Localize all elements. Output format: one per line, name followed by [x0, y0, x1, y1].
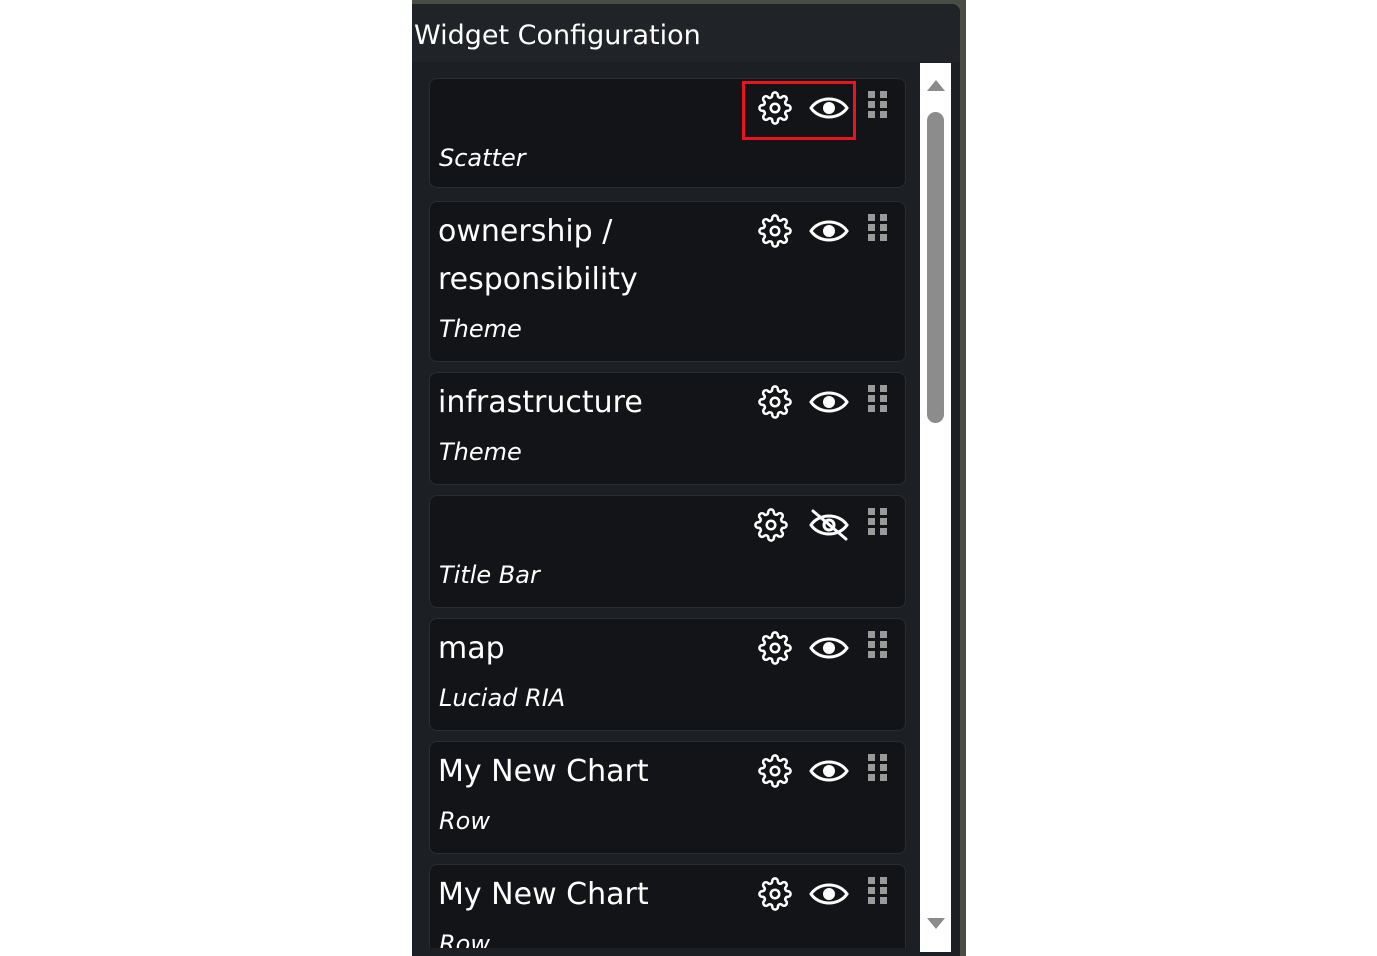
scroll-thumb[interactable] — [927, 112, 944, 423]
eye-icon — [809, 387, 849, 417]
settings-button[interactable] — [753, 872, 797, 916]
panel-header: Widget Configuration — [412, 4, 960, 62]
widget-type: Theme — [439, 315, 522, 343]
widget-type: Row — [439, 807, 490, 835]
gear-icon — [758, 631, 792, 665]
widget-card: infrastructure Theme — [429, 372, 906, 485]
widget-title: infrastructure — [438, 385, 643, 420]
widget-card: map Luciad RIA — [429, 618, 906, 731]
widget-title: My New Chart — [438, 754, 649, 789]
eye-icon — [809, 216, 849, 246]
visibility-toggle[interactable] — [807, 872, 851, 916]
gear-icon — [758, 91, 792, 125]
drag-handle-icon[interactable] — [867, 630, 889, 660]
settings-button[interactable] — [753, 209, 797, 253]
widget-configuration-panel: Widget Configuration Scatter ownership /… — [412, 4, 960, 956]
eye-icon — [809, 756, 849, 786]
gear-icon — [758, 214, 792, 248]
widget-title: ownership / responsibility — [438, 214, 638, 297]
settings-button[interactable] — [749, 503, 793, 547]
widget-type: Title Bar — [439, 561, 540, 589]
settings-button[interactable] — [753, 626, 797, 670]
drag-handle-icon[interactable] — [867, 90, 889, 120]
widget-card: Title Bar — [429, 495, 906, 608]
drag-handle-icon[interactable] — [867, 507, 889, 537]
gear-icon — [758, 754, 792, 788]
widget-type: Row — [439, 930, 490, 948]
visibility-toggle[interactable] — [807, 86, 851, 130]
scroll-down-arrow-icon[interactable] — [927, 918, 945, 929]
visibility-toggle[interactable] — [807, 626, 851, 670]
widget-card: My New Chart Row — [429, 741, 906, 854]
eye-icon — [809, 633, 849, 663]
gear-icon — [758, 877, 792, 911]
vertical-scrollbar[interactable] — [920, 63, 951, 952]
widget-type: Luciad RIA — [439, 684, 566, 712]
gear-icon — [754, 508, 788, 542]
visibility-toggle[interactable] — [807, 503, 851, 547]
visibility-toggle[interactable] — [807, 380, 851, 424]
drag-handle-icon[interactable] — [867, 384, 889, 414]
visibility-toggle[interactable] — [807, 209, 851, 253]
widget-title: My New Chart — [438, 877, 649, 912]
eye-icon — [809, 93, 849, 123]
panel-title: Widget Configuration — [414, 20, 701, 51]
settings-button[interactable] — [753, 86, 797, 130]
widget-card: Scatter — [429, 78, 906, 188]
drag-handle-icon[interactable] — [867, 213, 889, 243]
settings-button[interactable] — [753, 749, 797, 793]
widget-list: Scatter ownership / responsibility Theme — [412, 62, 960, 948]
drag-handle-icon[interactable] — [867, 876, 889, 906]
eye-slash-icon — [808, 508, 850, 542]
drag-handle-icon[interactable] — [867, 753, 889, 783]
widget-card: ownership / responsibility Theme — [429, 201, 906, 362]
gear-icon — [758, 385, 792, 419]
widget-card: My New Chart Row — [429, 864, 906, 948]
scroll-up-arrow-icon[interactable] — [927, 80, 945, 91]
widget-title: map — [438, 631, 505, 666]
visibility-toggle[interactable] — [807, 749, 851, 793]
widget-type: Theme — [439, 438, 522, 466]
widget-type: Scatter — [439, 144, 526, 172]
eye-icon — [809, 879, 849, 909]
settings-button[interactable] — [753, 380, 797, 424]
